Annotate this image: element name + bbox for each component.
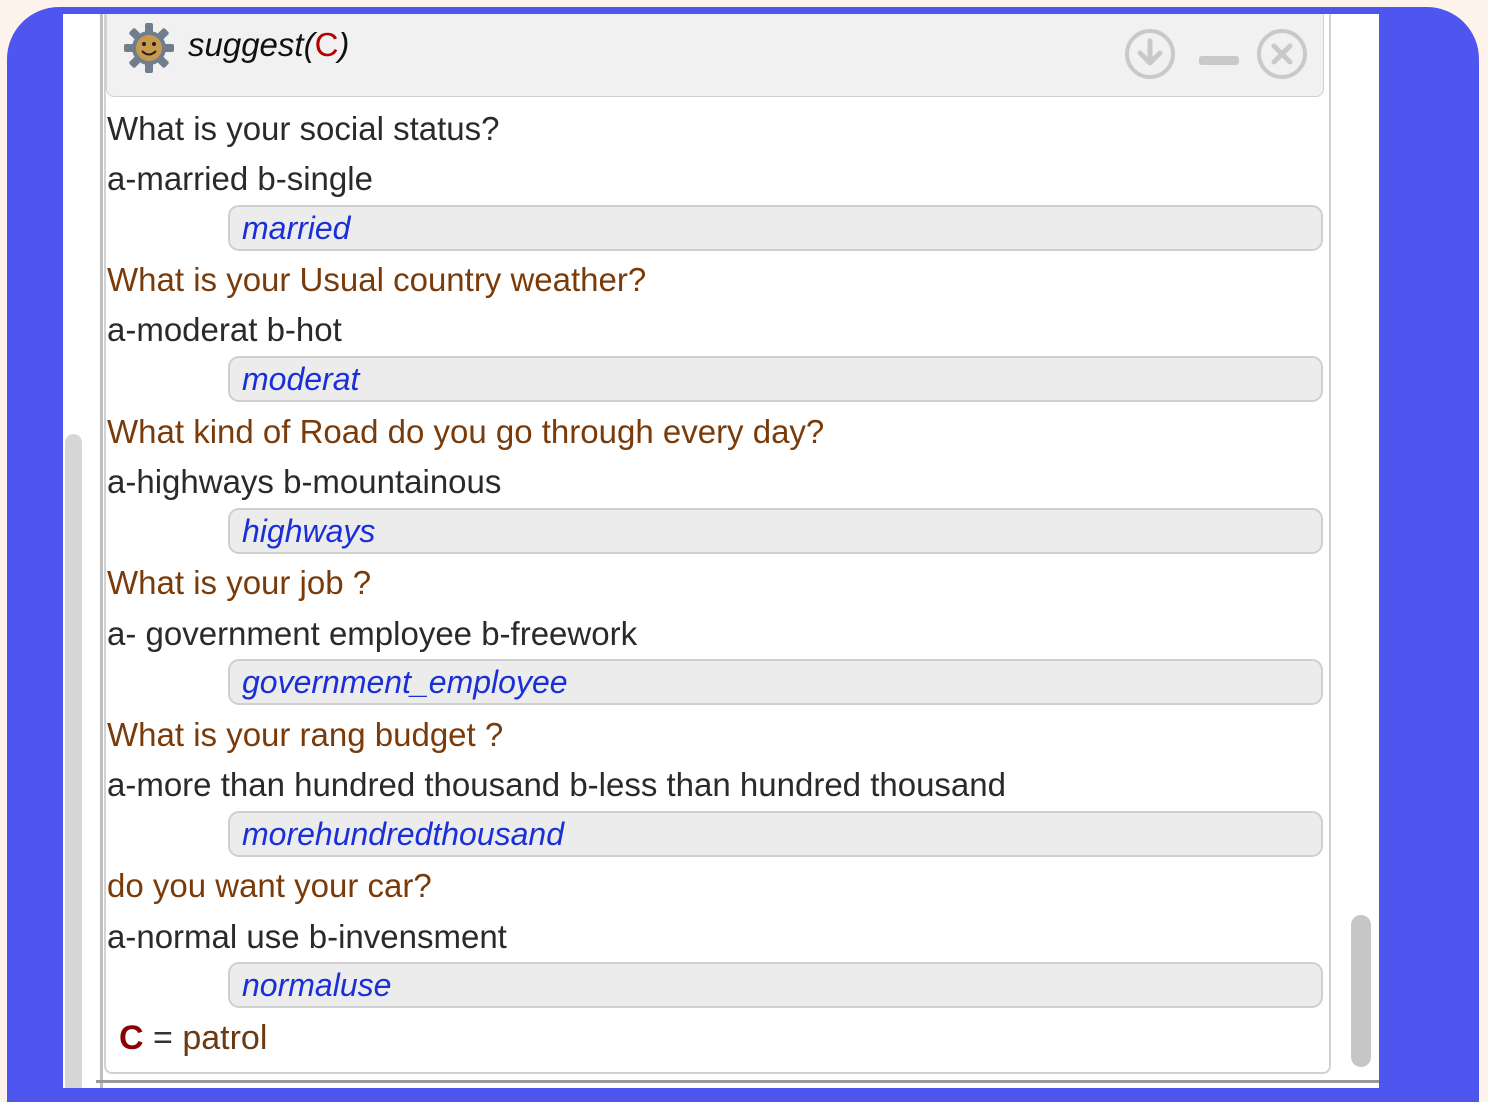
close-icon[interactable] (1256, 28, 1308, 80)
answer-value: morehundredthousand (242, 816, 565, 852)
answer-value: highways (242, 513, 376, 549)
answer-value: normaluse (242, 967, 392, 1003)
answer-field[interactable]: government_employee (228, 659, 1323, 705)
question-text: What is your rang budget ? (107, 716, 504, 753)
minimize-icon[interactable] (1193, 28, 1245, 80)
question-text: What kind of Road do you go through ever… (107, 413, 825, 450)
gutter-divider (100, 14, 103, 1088)
question-options: a-moderat b-hot (107, 311, 342, 348)
answer-field[interactable]: morehundredthousand (228, 811, 1323, 857)
right-scrollbar[interactable] (1351, 915, 1371, 1067)
answer-field[interactable]: moderat (228, 356, 1323, 402)
result-line: C = patrol (119, 1018, 267, 1058)
download-icon[interactable] (1124, 28, 1176, 80)
question-options: a- government employee b-freework (107, 615, 638, 652)
result-variable: C (119, 1019, 144, 1057)
dialog-title: suggest(C) (188, 26, 350, 63)
result-value: patrol (182, 1019, 268, 1057)
result-equals: = (153, 1019, 173, 1057)
answer-field[interactable]: highways (228, 508, 1323, 554)
dialog-titlebar: suggest(C) (106, 14, 1324, 97)
question-text: What is your job ? (107, 564, 372, 601)
question-options: a-normal use b-invensment (107, 918, 507, 955)
question-options: a-highways b-mountainous (107, 463, 502, 500)
answer-value: married (242, 210, 351, 246)
smiley-gear-icon (124, 23, 174, 73)
prolog-window: suggest(C) What is your social status? a… (63, 14, 1379, 1088)
left-scrollbar[interactable] (65, 434, 82, 1088)
answer-value: moderat (242, 361, 360, 397)
question-options: a-more than hundred thousand b-less than… (107, 766, 1006, 803)
bottom-divider (96, 1080, 1379, 1083)
answer-field[interactable]: married (228, 205, 1323, 251)
answer-value: government_employee (242, 664, 568, 700)
question-text: What is your Usual country weather? (107, 261, 647, 298)
question-text: do you want your car? (107, 867, 432, 904)
question-options: a-married b-single (107, 160, 373, 197)
question-text: What is your social status? (107, 110, 500, 147)
answer-field[interactable]: normaluse (228, 962, 1323, 1008)
